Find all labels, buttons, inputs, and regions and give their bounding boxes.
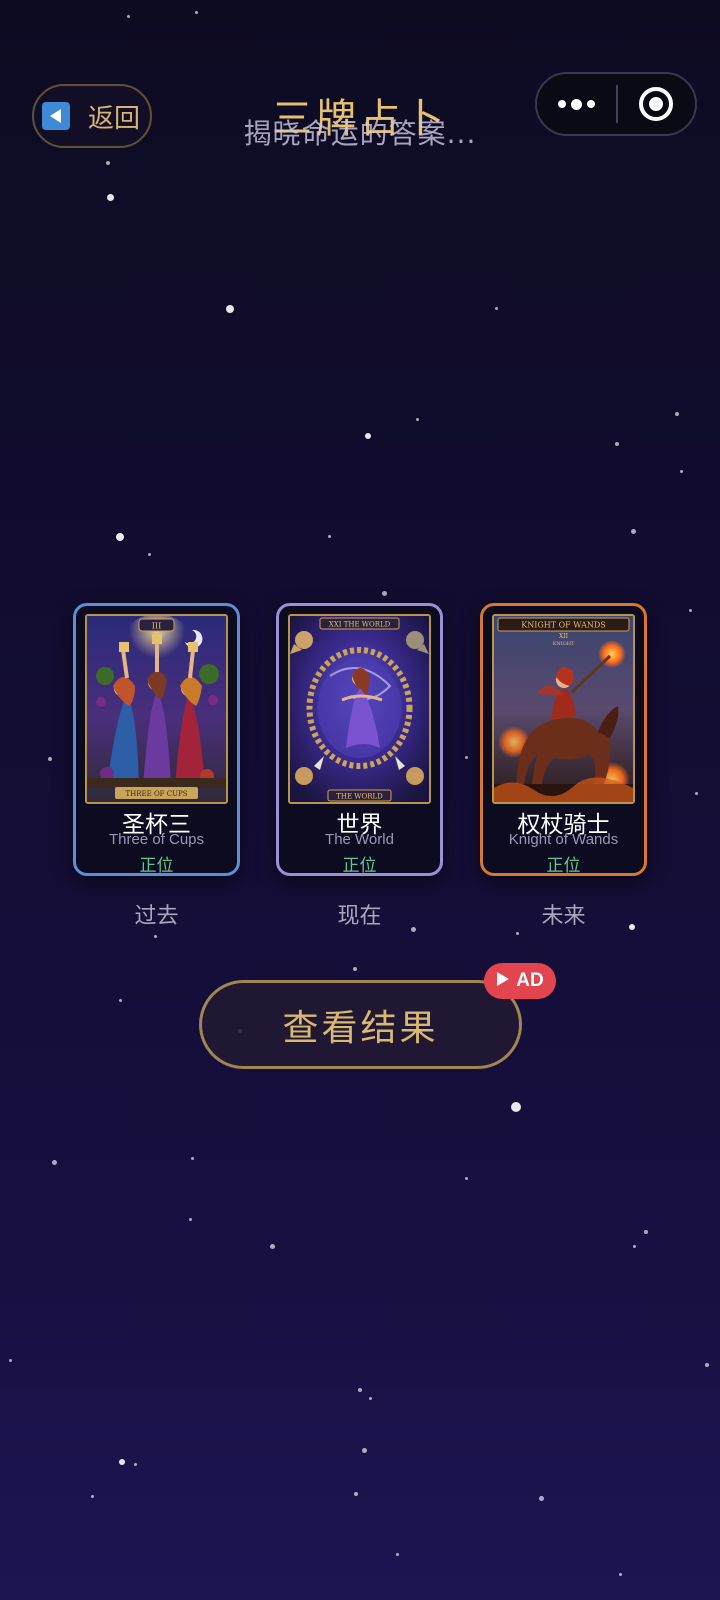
- tarot-card-past[interactable]: III THREE OF CUPS 圣杯三 Three of Cups 正位: [73, 603, 240, 876]
- star: [615, 442, 619, 446]
- star: [358, 1388, 362, 1392]
- star: [190, 1156, 194, 1160]
- card-orientation: 正位: [342, 856, 377, 876]
- card-art-footer: THREE OF CUPS: [125, 790, 187, 798]
- card-art-header: KNIGHT OF WANDS: [521, 621, 606, 630]
- star: [327, 534, 331, 538]
- play-icon: [496, 971, 510, 991]
- star: [116, 533, 124, 541]
- star: [269, 1243, 275, 1249]
- star: [515, 931, 519, 935]
- card-name-en: Knight of Wands: [508, 831, 619, 848]
- card-name-en: Three of Cups: [108, 831, 205, 848]
- star: [188, 1217, 192, 1221]
- star: [106, 161, 110, 165]
- star: [538, 1495, 544, 1501]
- star: [226, 305, 234, 313]
- star: [90, 1494, 94, 1498]
- star: [644, 1230, 648, 1234]
- star: [688, 608, 692, 612]
- star: [48, 757, 52, 761]
- card-art-header: XXI THE WORLD: [329, 621, 391, 629]
- star: [354, 1492, 358, 1496]
- star: [368, 1396, 372, 1400]
- star: [679, 469, 683, 473]
- card-art-sub: XII: [559, 633, 569, 640]
- three-of-cups-illustration: III THREE OF CUPS: [85, 614, 228, 804]
- star: [119, 1459, 125, 1465]
- card-orientation: 正位: [139, 856, 174, 876]
- star: [194, 10, 198, 14]
- star: [618, 1572, 622, 1576]
- card-orientation: 正位: [546, 856, 581, 876]
- star: [381, 590, 387, 596]
- ad-badge-label: AD: [516, 970, 544, 991]
- card-art-footer: THE WORLD: [336, 793, 383, 801]
- card-art-sub2: KNIGHT: [553, 641, 575, 647]
- star: [365, 433, 371, 439]
- card-art-header: III: [152, 622, 161, 631]
- star: [415, 417, 419, 421]
- star: [494, 306, 498, 310]
- card-name-en: The World: [325, 831, 394, 848]
- ad-badge: AD: [484, 963, 556, 999]
- mini-program-capsule: [535, 72, 697, 136]
- knight-of-wands-illustration: KNIGHT OF WANDS XII KNIGHT: [492, 614, 635, 804]
- star: [395, 1552, 399, 1556]
- star: [8, 1358, 12, 1362]
- more-dots-icon[interactable]: [537, 74, 616, 134]
- position-label-past: 过去: [134, 904, 179, 929]
- star: [705, 1363, 709, 1367]
- view-result-label: 查看结果: [282, 1007, 439, 1049]
- star: [694, 791, 698, 795]
- position-label-present: 现在: [337, 904, 382, 929]
- the-world-illustration: XXI THE WORLD THE WORLD: [288, 614, 431, 804]
- star: [106, 193, 114, 201]
- position-label-future: 未来: [541, 904, 586, 929]
- star: [632, 1244, 636, 1248]
- star: [118, 998, 122, 1002]
- star: [511, 1102, 521, 1112]
- star: [464, 755, 468, 759]
- target-icon[interactable]: [618, 74, 695, 134]
- tarot-card-present[interactable]: XXI THE WORLD THE WORLD 世界 The World 正位: [276, 603, 443, 876]
- star: [133, 1462, 137, 1466]
- tarot-card-future[interactable]: KNIGHT OF WANDS XII KNIGHT 权杖骑士 Knight o…: [480, 603, 647, 876]
- star: [361, 1447, 367, 1453]
- star: [675, 412, 679, 416]
- star: [353, 967, 357, 971]
- star: [630, 528, 636, 534]
- star: [153, 934, 157, 938]
- star: [51, 1159, 57, 1165]
- view-result-button[interactable]: 查看结果: [199, 980, 522, 1069]
- star: [464, 1176, 468, 1180]
- star: [126, 14, 130, 18]
- star: [147, 552, 151, 556]
